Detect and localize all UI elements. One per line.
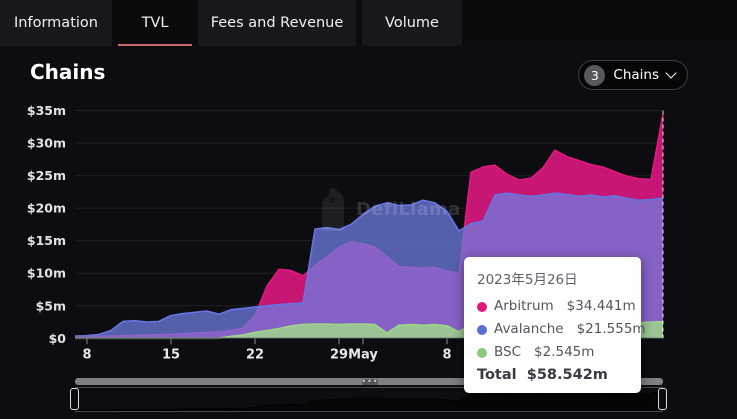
tooltip-row: Arbitrum $34.441m bbox=[477, 295, 628, 318]
y-axis-label: $25m bbox=[27, 168, 66, 183]
tooltip-series-value: $2.545m bbox=[534, 341, 594, 364]
chart-tooltip: 2023年5月26日 Arbitrum $34.441m Avalanche $… bbox=[464, 257, 641, 393]
y-axis-label: $30m bbox=[27, 136, 66, 151]
arbitrum-dot-icon bbox=[477, 302, 487, 312]
x-axis-label: 8 bbox=[82, 347, 91, 362]
y-axis-label: $10m bbox=[27, 266, 66, 281]
tooltip-date: 2023年5月26日 bbox=[477, 268, 628, 288]
x-axis-label: 22 bbox=[246, 347, 264, 362]
tooltip-row: Avalanche $21.555m bbox=[477, 318, 628, 341]
y-axis-label: $20m bbox=[27, 201, 66, 216]
tooltip-series-value: $21.555m bbox=[577, 318, 646, 341]
x-axis-label: 29 bbox=[330, 347, 348, 362]
datazoom-handle-left[interactable] bbox=[70, 388, 79, 410]
tooltip-series-value: $34.441m bbox=[567, 295, 636, 318]
tooltip-total: Total $58.542m bbox=[477, 367, 628, 383]
tooltip-series-name: BSC bbox=[494, 341, 521, 364]
y-axis-label: $5m bbox=[36, 298, 66, 313]
y-axis-label: $15m bbox=[27, 233, 66, 248]
tooltip-row: BSC $2.545m bbox=[477, 341, 628, 364]
avalanche-dot-icon bbox=[477, 325, 487, 335]
x-axis-label: 15 bbox=[162, 347, 180, 362]
x-axis-label: May bbox=[348, 347, 378, 362]
tooltip-total-value: $58.542m bbox=[527, 367, 608, 383]
tooltip-series-name: Avalanche bbox=[494, 318, 564, 341]
datazoom-grip[interactable]: ••• bbox=[362, 379, 378, 385]
bsc-dot-icon bbox=[477, 348, 487, 358]
tooltip-total-label: Total bbox=[477, 367, 517, 383]
x-axis-label: 8 bbox=[442, 347, 451, 362]
y-axis-label: $0 bbox=[49, 331, 67, 346]
datazoom-handle-right[interactable] bbox=[658, 388, 667, 410]
tooltip-series-name: Arbitrum bbox=[494, 295, 554, 318]
y-axis-label: $35m bbox=[27, 103, 66, 118]
